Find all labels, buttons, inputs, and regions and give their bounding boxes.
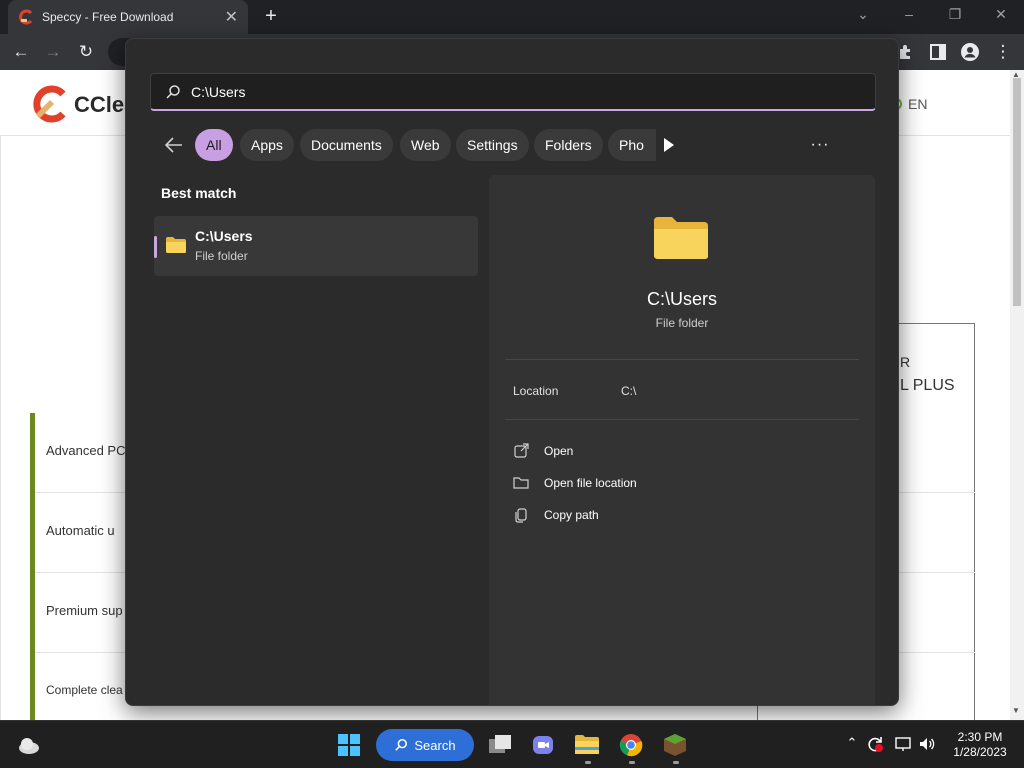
detail-subtitle: File folder <box>655 316 709 330</box>
minecraft-button[interactable] <box>660 730 690 760</box>
browser-menu-icon[interactable]: ⋮ <box>992 41 1014 63</box>
more-options-icon[interactable]: ··· <box>806 135 834 155</box>
location-label: Location <box>513 384 559 398</box>
clock-time: 2:30 PM <box>957 730 1003 744</box>
result-subtitle: File folder <box>195 249 248 263</box>
open-action-label: Open <box>544 444 574 458</box>
running-indicator <box>629 761 635 764</box>
search-flyout: All Apps Documents Web Settings Folders … <box>125 38 899 706</box>
copy-path-label: Copy path <box>544 508 599 522</box>
back-icon[interactable]: ← <box>10 41 32 63</box>
clock-date: 1/28/2023 <box>953 745 1007 759</box>
open-file-location-action[interactable]: Open file location <box>513 471 853 495</box>
page-border <box>0 136 1 720</box>
show-hidden-icons-icon[interactable]: ⌃ <box>843 735 861 753</box>
detail-pane: C:\Users File folder Location C:\ Open O… <box>489 175 875 705</box>
new-tab-button[interactable]: + <box>260 5 282 28</box>
folder-outline-icon <box>513 477 529 489</box>
best-match-heading: Best match <box>161 185 237 201</box>
open-external-icon <box>514 443 529 458</box>
file-explorer-icon <box>575 735 599 754</box>
browser-tab[interactable]: Speccy - Free Download ✕ <box>8 0 248 34</box>
copy-icon <box>515 508 527 523</box>
filter-documents[interactable]: Documents <box>300 129 393 161</box>
feature-label: Premium sup <box>46 603 123 618</box>
search-box[interactable] <box>150 73 876 111</box>
language-label: EN <box>908 96 928 112</box>
filter-web[interactable]: Web <box>400 129 451 161</box>
result-title: C:\Users <box>195 228 253 244</box>
tab-close-icon[interactable]: ✕ <box>225 7 238 27</box>
taskbar-search-label: Search <box>414 737 456 753</box>
page-scrollbar[interactable]: ▲ ▼ <box>1010 70 1024 720</box>
restore-icon[interactable]: ❐ <box>945 6 965 23</box>
filter-folders[interactable]: Folders <box>534 129 603 161</box>
tab-title: Speccy - Free Download <box>42 10 174 24</box>
running-indicator <box>673 761 679 764</box>
browser-tab-strip: Speccy - Free Download ✕ + ⌄ – ❐ ✕ <box>0 0 1024 34</box>
detail-title: C:\Users <box>646 289 717 309</box>
volume-icon[interactable] <box>918 735 936 753</box>
minimize-icon[interactable]: – <box>899 6 919 22</box>
open-action[interactable]: Open <box>513 439 853 463</box>
taskbar-search-button[interactable]: Search <box>376 729 474 761</box>
side-panel-icon[interactable] <box>928 42 948 62</box>
task-view-button[interactable] <box>485 730 515 760</box>
tab-search-chevron-icon[interactable]: ⌄ <box>853 6 873 23</box>
search-icon <box>166 85 180 99</box>
large-folder-icon <box>654 217 708 259</box>
task-view-icon <box>489 735 511 753</box>
close-window-icon[interactable]: ✕ <box>991 6 1011 23</box>
scrollbar-thumb[interactable] <box>1013 78 1021 306</box>
location-value: C:\ <box>621 384 637 398</box>
teams-chat-button[interactable] <box>528 730 558 760</box>
filter-settings[interactable]: Settings <box>456 129 529 161</box>
profile-icon[interactable] <box>960 42 980 62</box>
folder-icon <box>166 237 186 253</box>
network-icon[interactable] <box>894 735 912 753</box>
file-explorer-button[interactable] <box>572 730 602 760</box>
filter-photos[interactable]: Pho <box>608 129 656 161</box>
update-icon[interactable] <box>866 735 884 753</box>
chrome-button[interactable] <box>616 730 646 760</box>
divider <box>505 419 859 420</box>
plan-title: R L PLUS <box>900 350 955 398</box>
feature-label: Advanced PC <box>46 443 126 458</box>
back-arrow-icon[interactable] <box>162 133 186 157</box>
copy-path-action[interactable]: Copy path <box>513 503 853 527</box>
selection-indicator <box>154 236 157 258</box>
extensions-icon[interactable] <box>896 42 916 62</box>
ccleaner-favicon-icon <box>18 9 34 25</box>
filter-bar: All Apps Documents Web Settings Folders … <box>162 129 862 161</box>
open-file-location-label: Open file location <box>544 476 637 490</box>
running-indicator <box>585 761 591 764</box>
minecraft-icon <box>664 734 686 756</box>
divider <box>505 359 859 360</box>
weather-icon[interactable] <box>16 733 42 757</box>
best-match-result[interactable]: C:\Users File folder <box>154 216 478 276</box>
scroll-down-icon[interactable]: ▼ <box>1012 706 1020 715</box>
plan-title-line-2: L PLUS <box>900 377 955 394</box>
taskbar: Search ⌃ 2:30 PM 1/28/2023 <box>0 720 1024 768</box>
start-button[interactable] <box>334 730 364 760</box>
search-input[interactable] <box>189 80 849 104</box>
ccleaner-logo-icon <box>33 85 66 123</box>
reload-icon[interactable]: ↻ <box>75 41 97 63</box>
chrome-icon <box>619 734 643 757</box>
feature-label: Automatic u <box>46 523 115 538</box>
filter-apps[interactable]: Apps <box>240 129 294 161</box>
windows-start-icon <box>338 734 360 756</box>
forward-icon[interactable]: → <box>42 41 64 63</box>
feature-label: Complete clea <box>46 683 123 697</box>
filter-all[interactable]: All <box>195 129 233 161</box>
taskbar-search-icon <box>395 738 408 751</box>
plan-title-line-1: R <box>900 354 911 370</box>
scroll-filters-right-icon[interactable] <box>662 137 676 153</box>
chat-icon <box>533 736 553 754</box>
clock[interactable]: 2:30 PM 1/28/2023 <box>944 730 1016 760</box>
